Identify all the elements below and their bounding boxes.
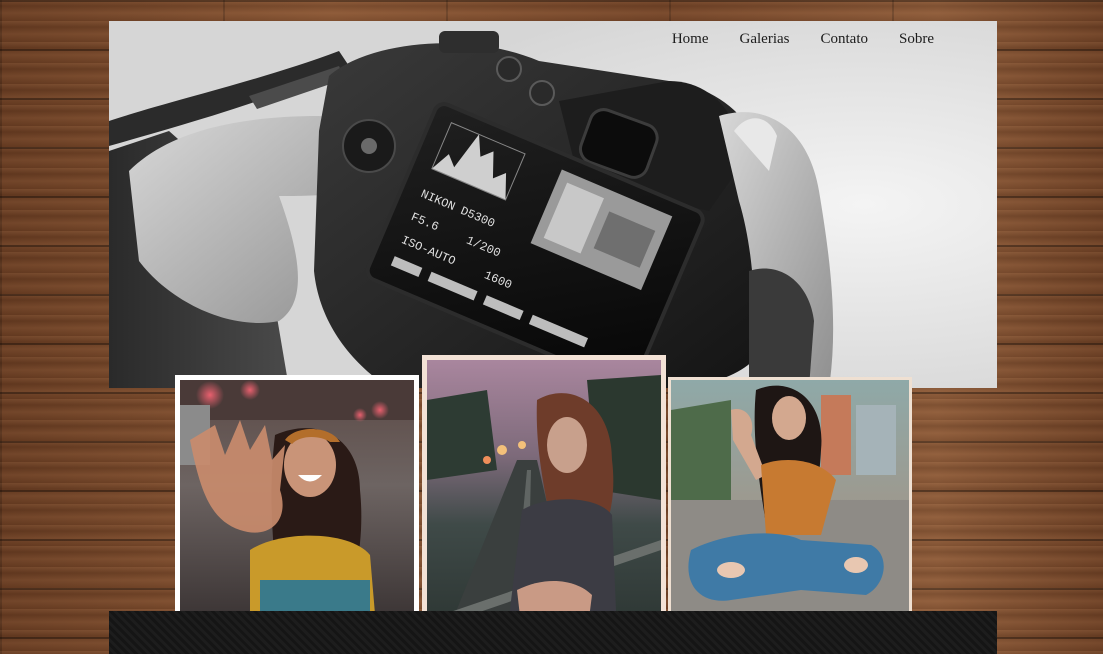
woman-reaching-hand-image	[180, 380, 414, 614]
hero-camera-image: NIKON D5300 F5.6 1/200 ISO-AUTO 1600	[109, 21, 997, 388]
nav-galerias-link[interactable]: Galerias	[740, 31, 790, 48]
gallery-photo-2[interactable]	[422, 355, 666, 639]
main-nav: Home Galerias Contato Sobre	[672, 31, 934, 48]
woman-on-bridge-image	[427, 360, 661, 634]
gallery-photo-3[interactable]	[668, 377, 912, 618]
gallery-photo-1[interactable]	[175, 375, 419, 619]
nav-sobre-link[interactable]: Sobre	[899, 31, 934, 48]
woman-sitting-street-image	[671, 380, 909, 615]
nav-home-link[interactable]: Home	[672, 31, 709, 48]
nav-contato-link[interactable]: Contato	[821, 31, 869, 48]
footer-bar	[109, 611, 997, 654]
hero-banner: NIKON D5300 F5.6 1/200 ISO-AUTO 1600 Hom…	[109, 21, 997, 388]
